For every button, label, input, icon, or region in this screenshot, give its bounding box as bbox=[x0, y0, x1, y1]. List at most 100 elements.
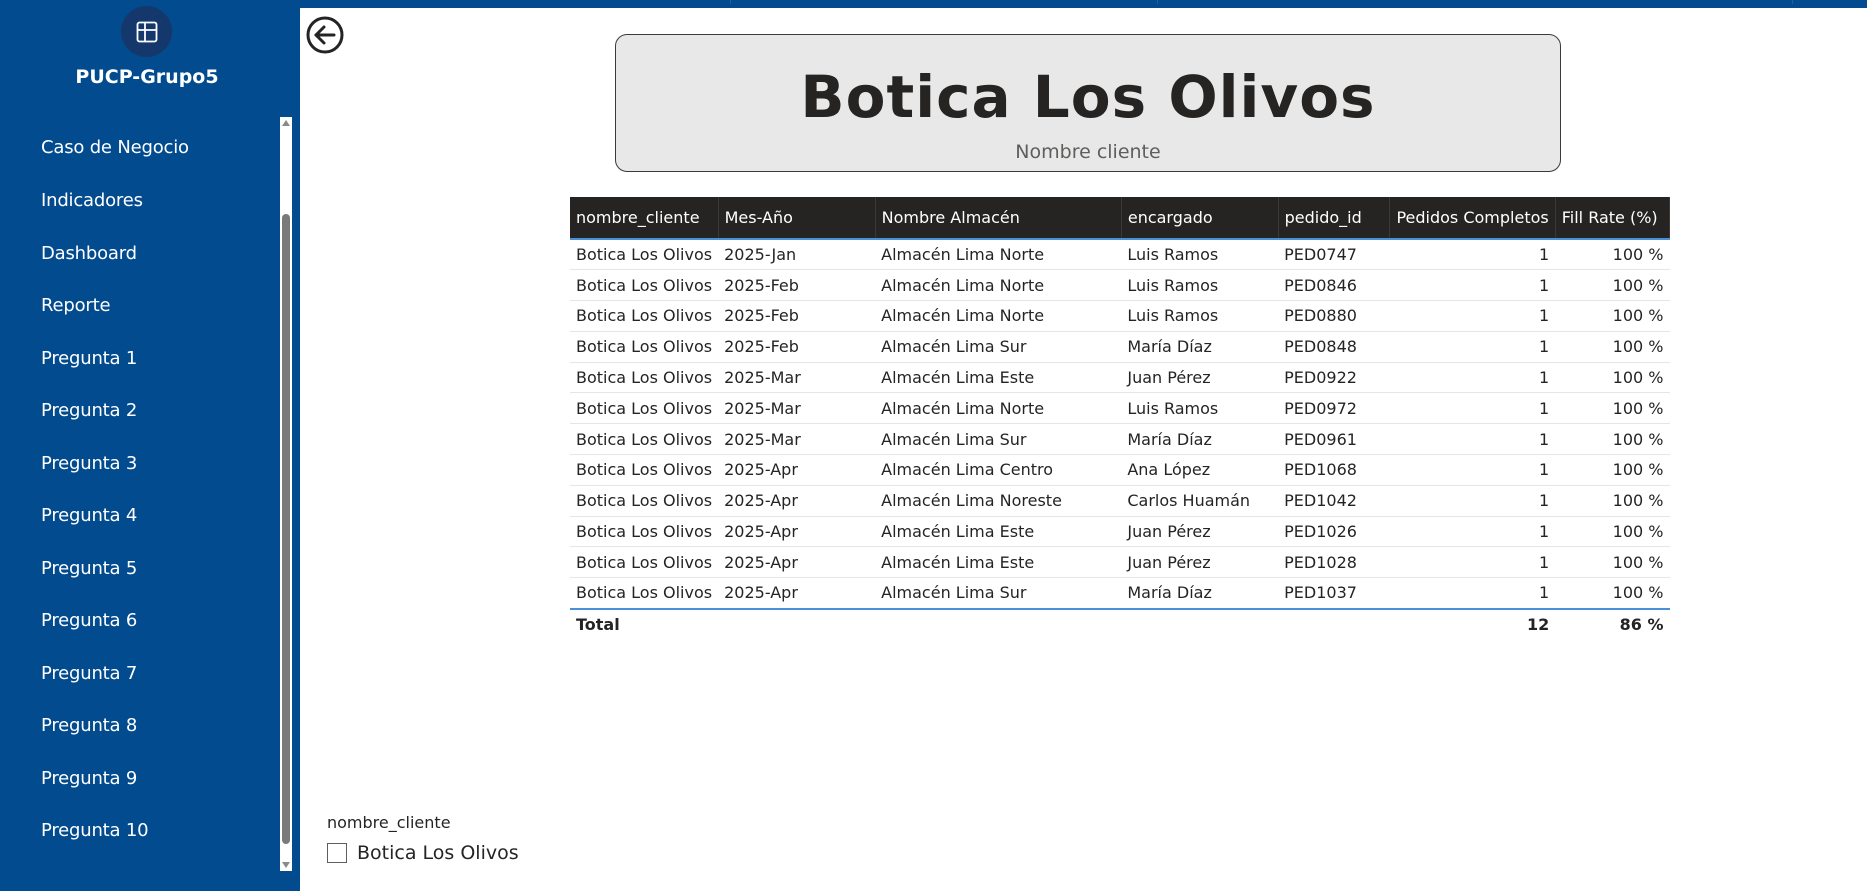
table-cell: PED0747 bbox=[1278, 239, 1390, 271]
nav-item-pregunta-9[interactable]: Pregunta 9 bbox=[41, 768, 137, 789]
table-row[interactable]: Botica Los Olivos 2025-Jan Almacén Lima No… bbox=[570, 239, 1670, 271]
table-cell: Almacén Lima Norte bbox=[875, 239, 1122, 271]
table-cell: 1 bbox=[1389, 392, 1556, 425]
nav-item-pregunta-6[interactable]: Pregunta 6 bbox=[41, 610, 137, 631]
table-cell: 1 bbox=[1389, 331, 1556, 363]
table-cell: 1 bbox=[1389, 423, 1556, 456]
table-row[interactable]: Botica Los Olivos 2025-Mar Almacén Lima Es… bbox=[570, 362, 1670, 394]
nav-item-caso-de-negocio[interactable]: Caso de Negocio bbox=[41, 137, 189, 158]
table-cell: 100 % bbox=[1555, 516, 1670, 548]
table-cell: 2025-Mar bbox=[718, 362, 876, 394]
nav-item-pregunta-1[interactable]: Pregunta 1 bbox=[41, 348, 137, 369]
card-label: Nombre cliente bbox=[1015, 141, 1161, 163]
nav-item-dashboard[interactable]: Dashboard bbox=[41, 243, 137, 264]
workspace-name: PUCP-Grupo5 bbox=[75, 66, 219, 88]
table-cell: Luis Ramos bbox=[1121, 239, 1279, 271]
report-canvas: Botica Los Olivos Nombre cliente nombre_… bbox=[300, 8, 1867, 891]
table-cell: Almacén Lima Norte bbox=[875, 269, 1122, 302]
table-cell: 2025-Apr bbox=[718, 577, 876, 610]
table-cell: Juan Pérez bbox=[1121, 516, 1279, 548]
table-cell: Carlos Huamán bbox=[1121, 485, 1279, 517]
scroll-up-icon[interactable] bbox=[282, 120, 290, 126]
table-cell: 1 bbox=[1389, 300, 1556, 332]
table-row[interactable]: Botica Los Olivos 2025-Apr Almacén Lima Es… bbox=[570, 546, 1670, 579]
top-bar-divider bbox=[730, 0, 731, 4]
table-cell: Almacén Lima Este bbox=[875, 362, 1122, 394]
table-cell: Botica Los Olivos bbox=[570, 269, 719, 302]
table-cell: 100 % bbox=[1555, 331, 1670, 363]
table-cell: Botica Los Olivos bbox=[570, 362, 719, 394]
top-bar bbox=[300, 0, 1867, 8]
table-row[interactable]: Botica Los Olivos 2025-Feb Almacén Lima Su… bbox=[570, 331, 1670, 363]
workspace-report-icon[interactable] bbox=[121, 6, 172, 57]
table-cell: 2025-Mar bbox=[718, 392, 876, 425]
nav-item-pregunta-8[interactable]: Pregunta 8 bbox=[41, 715, 137, 736]
table-cell: 2025-Feb bbox=[718, 269, 876, 302]
table-cell: Almacén Lima Este bbox=[875, 546, 1122, 579]
table-header-row: nombre_cliente Mes-Año Nombre Almacén en… bbox=[570, 197, 1671, 240]
table-row[interactable]: Botica Los Olivos 2025-Apr Almacén Lima Es… bbox=[570, 516, 1670, 548]
total-row: Total 12 86 % bbox=[570, 607, 1670, 640]
table-cell: PED0972 bbox=[1278, 392, 1390, 425]
slicer-title: nombre_cliente bbox=[327, 813, 451, 832]
slicer-option[interactable]: Botica Los Olivos bbox=[327, 842, 519, 864]
table-cell: PED0922 bbox=[1278, 362, 1390, 394]
column-header[interactable]: Pedidos Completos bbox=[1389, 197, 1556, 240]
table-row[interactable]: Botica Los Olivos 2025-Feb Almacén Lima No… bbox=[570, 300, 1670, 332]
table-row[interactable]: Botica Los Olivos 2025-Apr Almacén Lima Ce… bbox=[570, 454, 1670, 486]
nav-item-pregunta-3[interactable]: Pregunta 3 bbox=[41, 453, 137, 474]
nav-item-pregunta-10[interactable]: Pregunta 10 bbox=[41, 820, 149, 841]
table-cell: Botica Los Olivos bbox=[570, 577, 719, 610]
table-row[interactable]: Botica Los Olivos 2025-Mar Almacén Lima Su… bbox=[570, 423, 1670, 456]
table-cell: PED1068 bbox=[1278, 454, 1390, 486]
table-cell: 100 % bbox=[1555, 485, 1670, 517]
table-cell: 100 % bbox=[1555, 423, 1670, 456]
nav-item-reporte[interactable]: Reporte bbox=[41, 295, 111, 316]
nav-item-pregunta-5[interactable]: Pregunta 5 bbox=[41, 558, 137, 579]
table-cell: Botica Los Olivos bbox=[570, 331, 719, 363]
column-header[interactable]: Mes-Año bbox=[718, 197, 876, 240]
table-cell: 2025-Apr bbox=[718, 546, 876, 579]
table-row[interactable]: Botica Los Olivos 2025-Apr Almacén Lima Su… bbox=[570, 577, 1670, 610]
table-cell: Almacén Lima Este bbox=[875, 516, 1122, 548]
table-cell: Almacén Lima Sur bbox=[875, 577, 1122, 610]
checkbox[interactable] bbox=[327, 843, 347, 863]
total-cell: Total bbox=[570, 607, 719, 640]
table-cell: PED1037 bbox=[1278, 577, 1390, 610]
table-cell: 1 bbox=[1389, 516, 1556, 548]
table-row[interactable]: Botica Los Olivos 2025-Apr Almacén Lima No… bbox=[570, 485, 1670, 517]
column-header[interactable]: nombre_cliente bbox=[570, 197, 719, 240]
table-cell: 100 % bbox=[1555, 362, 1670, 394]
table-cell: 1 bbox=[1389, 239, 1556, 271]
back-arrow-icon[interactable] bbox=[305, 15, 345, 55]
table-cell: María Díaz bbox=[1121, 331, 1279, 363]
table-cell: Botica Los Olivos bbox=[570, 454, 719, 486]
table-cell: Almacén Lima Sur bbox=[875, 423, 1122, 456]
scroll-down-icon[interactable] bbox=[282, 862, 290, 868]
nav-item-pregunta-4[interactable]: Pregunta 4 bbox=[41, 505, 137, 526]
column-header[interactable]: pedido_id bbox=[1278, 197, 1391, 240]
sidebar-scrollbar[interactable] bbox=[280, 117, 292, 871]
nav-item-indicadores[interactable]: Indicadores bbox=[41, 190, 143, 211]
table-row[interactable]: Botica Los Olivos 2025-Mar Almacén Lima No… bbox=[570, 392, 1670, 425]
total-cell: 12 bbox=[1389, 607, 1556, 640]
nav-item-pregunta-7[interactable]: Pregunta 7 bbox=[41, 663, 137, 684]
scroll-thumb[interactable] bbox=[282, 214, 290, 844]
column-header[interactable]: Fill Rate (%) bbox=[1555, 197, 1671, 240]
total-cell bbox=[1121, 607, 1279, 640]
table-cell: 1 bbox=[1389, 362, 1556, 394]
table-cell: PED0846 bbox=[1278, 269, 1390, 302]
column-header[interactable]: encargado bbox=[1121, 197, 1279, 240]
table-cell: 2025-Jan bbox=[718, 239, 876, 271]
table-cell: Luis Ramos bbox=[1121, 300, 1279, 332]
top-bar-divider bbox=[1792, 0, 1793, 4]
table-cell: 2025-Apr bbox=[718, 516, 876, 548]
column-header[interactable]: Nombre Almacén bbox=[875, 197, 1122, 240]
table-row[interactable]: Botica Los Olivos 2025-Feb Almacén Lima No… bbox=[570, 269, 1670, 302]
table-cell: 100 % bbox=[1555, 454, 1670, 486]
table-cell: 100 % bbox=[1555, 546, 1670, 579]
table-cell: Almacén Lima Sur bbox=[875, 331, 1122, 363]
table-cell: Juan Pérez bbox=[1121, 362, 1279, 394]
table-cell: PED1026 bbox=[1278, 516, 1390, 548]
nav-item-pregunta-2[interactable]: Pregunta 2 bbox=[41, 400, 137, 421]
